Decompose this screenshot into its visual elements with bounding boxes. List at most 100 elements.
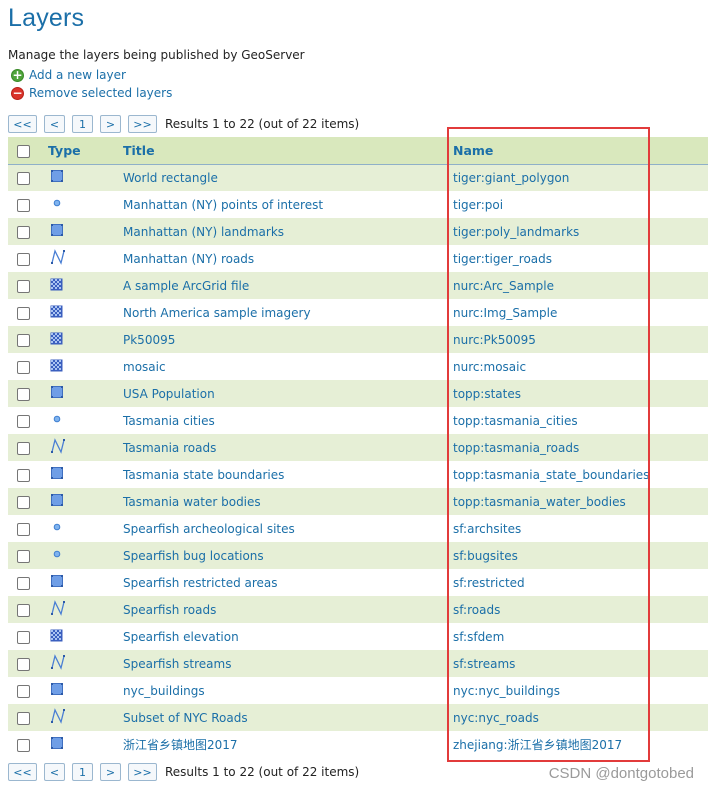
row-type-cell bbox=[46, 542, 123, 569]
row-name-cell: nurc:Pk50095 bbox=[452, 326, 708, 353]
row-type-cell bbox=[46, 326, 123, 353]
layer-title-link[interactable]: mosaic bbox=[123, 360, 166, 374]
remove-layers-link[interactable]: − Remove selected layers bbox=[11, 85, 172, 101]
layer-name-link[interactable]: sf:roads bbox=[453, 603, 500, 617]
row-checkbox[interactable] bbox=[17, 171, 30, 185]
polygon-layer-icon bbox=[50, 574, 64, 591]
row-checkbox[interactable] bbox=[17, 684, 30, 698]
row-select-cell bbox=[8, 353, 46, 380]
layer-title-link[interactable]: Tasmania roads bbox=[123, 441, 216, 455]
row-checkbox[interactable] bbox=[17, 468, 30, 482]
next-page-button[interactable]: > bbox=[100, 115, 121, 133]
layer-title-link[interactable]: Pk50095 bbox=[123, 333, 175, 347]
layer-title-link[interactable]: nyc_buildings bbox=[123, 684, 205, 698]
row-title-cell: Spearfish archeological sites bbox=[123, 515, 452, 542]
row-checkbox[interactable] bbox=[17, 549, 30, 563]
layer-name-link[interactable]: sf:bugsites bbox=[453, 549, 518, 563]
row-checkbox[interactable] bbox=[17, 603, 30, 617]
first-page-button[interactable]: << bbox=[8, 115, 37, 133]
row-checkbox[interactable] bbox=[17, 360, 30, 374]
first-page-button[interactable]: << bbox=[8, 763, 37, 781]
row-checkbox[interactable] bbox=[17, 414, 30, 428]
row-select-cell bbox=[8, 515, 46, 542]
layer-title-link[interactable]: Manhattan (NY) landmarks bbox=[123, 225, 284, 239]
layer-title-link[interactable]: Spearfish elevation bbox=[123, 630, 239, 644]
add-layer-link[interactable]: + Add a new layer bbox=[11, 67, 126, 83]
row-checkbox[interactable] bbox=[17, 441, 30, 455]
layer-title-link[interactable]: Spearfish bug locations bbox=[123, 549, 264, 563]
layer-name-link[interactable]: tiger:giant_polygon bbox=[453, 171, 569, 185]
row-name-cell: sf:sfdem bbox=[452, 623, 708, 650]
layer-title-link[interactable]: Subset of NYC Roads bbox=[123, 711, 248, 725]
row-checkbox[interactable] bbox=[17, 738, 30, 752]
row-title-cell: North America sample imagery bbox=[123, 299, 452, 326]
layer-name-link[interactable]: nurc:Pk50095 bbox=[453, 333, 536, 347]
row-checkbox[interactable] bbox=[17, 522, 30, 536]
table-row: Pk50095 nurc:Pk50095 bbox=[8, 326, 708, 353]
layer-name-link[interactable]: nyc:nyc_roads bbox=[453, 711, 539, 725]
layer-name-link[interactable]: tiger:tiger_roads bbox=[453, 252, 552, 266]
title-column-header[interactable]: Title bbox=[123, 137, 452, 165]
row-checkbox[interactable] bbox=[17, 225, 30, 239]
layer-title-link[interactable]: Spearfish restricted areas bbox=[123, 576, 278, 590]
layer-title-link[interactable]: Tasmania cities bbox=[123, 414, 215, 428]
layer-name-link[interactable]: zhejiang:浙江省乡镇地图2017 bbox=[453, 738, 622, 752]
layer-name-link[interactable]: topp:states bbox=[453, 387, 521, 401]
row-checkbox[interactable] bbox=[17, 657, 30, 671]
layer-name-link[interactable]: sf:restricted bbox=[453, 576, 525, 590]
row-checkbox[interactable] bbox=[17, 387, 30, 401]
row-select-cell bbox=[8, 731, 46, 758]
row-checkbox[interactable] bbox=[17, 279, 30, 293]
page-number-button[interactable]: 1 bbox=[72, 763, 93, 781]
layer-name-link[interactable]: tiger:poi bbox=[453, 198, 503, 212]
last-page-button[interactable]: >> bbox=[128, 115, 157, 133]
layer-name-link[interactable]: sf:streams bbox=[453, 657, 515, 671]
row-select-cell bbox=[8, 677, 46, 704]
layer-name-link[interactable]: nurc:Arc_Sample bbox=[453, 279, 554, 293]
layer-name-link[interactable]: nurc:Img_Sample bbox=[453, 306, 557, 320]
layer-title-link[interactable]: Manhattan (NY) points of interest bbox=[123, 198, 323, 212]
row-checkbox[interactable] bbox=[17, 711, 30, 725]
polygon-layer-icon bbox=[50, 682, 64, 699]
page-number-button[interactable]: 1 bbox=[72, 115, 93, 133]
layer-name-link[interactable]: topp:tasmania_cities bbox=[453, 414, 578, 428]
row-type-cell bbox=[46, 299, 123, 326]
row-type-cell bbox=[46, 461, 123, 488]
row-select-cell bbox=[8, 461, 46, 488]
layer-name-link[interactable]: sf:sfdem bbox=[453, 630, 504, 644]
row-checkbox[interactable] bbox=[17, 198, 30, 212]
layer-name-link[interactable]: topp:tasmania_roads bbox=[453, 441, 579, 455]
row-checkbox[interactable] bbox=[17, 495, 30, 509]
row-checkbox[interactable] bbox=[17, 630, 30, 644]
layer-title-link[interactable]: 浙江省乡镇地图2017 bbox=[123, 738, 238, 752]
layer-title-link[interactable]: World rectangle bbox=[123, 171, 218, 185]
row-checkbox[interactable] bbox=[17, 576, 30, 590]
layer-name-link[interactable]: topp:tasmania_state_boundaries bbox=[453, 468, 649, 482]
layer-title-link[interactable]: Spearfish streams bbox=[123, 657, 231, 671]
row-checkbox[interactable] bbox=[17, 306, 30, 320]
row-title-cell: Pk50095 bbox=[123, 326, 452, 353]
last-page-button[interactable]: >> bbox=[128, 763, 157, 781]
next-page-button[interactable]: > bbox=[100, 763, 121, 781]
row-checkbox[interactable] bbox=[17, 333, 30, 347]
layer-title-link[interactable]: USA Population bbox=[123, 387, 215, 401]
layer-name-link[interactable]: tiger:poly_landmarks bbox=[453, 225, 579, 239]
row-checkbox[interactable] bbox=[17, 252, 30, 266]
layer-title-link[interactable]: Manhattan (NY) roads bbox=[123, 252, 254, 266]
layer-title-link[interactable]: North America sample imagery bbox=[123, 306, 311, 320]
layer-name-link[interactable]: nurc:mosaic bbox=[453, 360, 526, 374]
layer-title-link[interactable]: Tasmania state boundaries bbox=[123, 468, 284, 482]
select-all-checkbox[interactable] bbox=[17, 144, 30, 158]
layer-title-link[interactable]: Spearfish archeological sites bbox=[123, 522, 295, 536]
layer-title-link[interactable]: Spearfish roads bbox=[123, 603, 216, 617]
layer-name-link[interactable]: topp:tasmania_water_bodies bbox=[453, 495, 626, 509]
prev-page-button[interactable]: < bbox=[44, 115, 65, 133]
layer-name-link[interactable]: sf:archsites bbox=[453, 522, 521, 536]
name-column-header[interactable]: Name bbox=[452, 137, 708, 165]
prev-page-button[interactable]: < bbox=[44, 763, 65, 781]
layer-title-link[interactable]: A sample ArcGrid file bbox=[123, 279, 249, 293]
type-column-header[interactable]: Type bbox=[46, 137, 123, 165]
raster-layer-icon bbox=[50, 278, 63, 294]
layer-name-link[interactable]: nyc:nyc_buildings bbox=[453, 684, 560, 698]
layer-title-link[interactable]: Tasmania water bodies bbox=[123, 495, 261, 509]
